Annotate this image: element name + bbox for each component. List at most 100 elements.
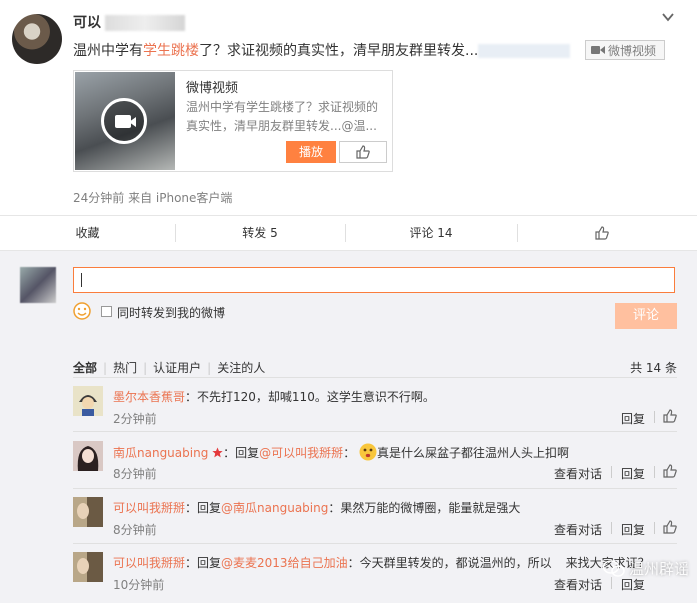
comment-item: 南瓜nanguabing ：回复@可以叫我掰掰： 真是什么屎盆子都往温州人头上扣…	[73, 441, 677, 486]
comment-body: ：回复	[185, 556, 222, 570]
comment-item: 墨尔本香蕉哥：不先打120，却喊110。这学生意识不行啊。 2分钟前 回复	[73, 386, 677, 431]
video-camera-icon	[591, 46, 605, 54]
divider	[654, 411, 655, 423]
comment-text: 南瓜nanguabing ：回复@可以叫我掰掰： 真是什么屎盆子都往温州人头上扣…	[113, 443, 569, 461]
reply-button[interactable]: 回复	[621, 521, 645, 538]
comment-text: 可以叫我掰掰：回复@南瓜nanguabing：果然万能的微博圈，能量就是强大	[113, 499, 520, 516]
post-action-bar: 收藏 转发 5 评论 14	[0, 215, 697, 251]
mention-link[interactable]: @可以叫我掰掰	[259, 446, 343, 460]
commenter-avatar[interactable]	[73, 386, 103, 416]
comment-input[interactable]	[73, 267, 675, 293]
comment-body: ：回复	[185, 501, 222, 515]
divider	[611, 466, 612, 478]
weibo-video-link[interactable]: 微博视频	[585, 40, 665, 60]
post-text-rest: 了？求证视频的真实性，清早朋友群里转发...	[199, 43, 479, 59]
view-conversation-link[interactable]: 查看对话	[554, 521, 602, 538]
commenter-avatar[interactable]	[73, 552, 103, 582]
play-button[interactable]: 播放	[286, 141, 336, 163]
comment-body: ：今天群里转发的，都说温州的，所以	[347, 556, 552, 570]
emoji-icon	[359, 443, 377, 461]
post-text-prefix: 温州中学有	[73, 43, 143, 59]
comment-time: 8分钟前	[113, 467, 157, 481]
reply-button[interactable]: 回复	[621, 465, 645, 482]
thumbs-up-icon	[595, 226, 609, 240]
author-name[interactable]: 可以	[73, 12, 185, 32]
thumbs-up-icon[interactable]	[663, 409, 677, 423]
comment-count: 共 14 条	[630, 361, 677, 375]
comment-body: ：不先打120，却喊110。这学生意识不行啊。	[185, 390, 435, 404]
view-conversation-link[interactable]: 查看对话	[554, 576, 602, 593]
view-conversation-link[interactable]: 查看对话	[554, 465, 602, 482]
filter-hot[interactable]: 热门	[113, 359, 137, 376]
favorite-button[interactable]: 收藏	[0, 216, 175, 250]
wechat-watermark: 温州辟谣	[602, 558, 689, 579]
divider	[73, 488, 677, 489]
my-avatar	[20, 267, 56, 303]
post-content: 温州中学有学生跳楼了？求证视频的真实性，清早朋友群里转发...	[73, 40, 571, 60]
reply-button[interactable]: 回复	[621, 410, 645, 427]
thumbs-up-icon[interactable]	[663, 520, 677, 534]
comment-text: 可以叫我掰掰：回复@麦麦2013给自己加油：今天群里转发的，都说温州的，所以 来找…	[113, 554, 650, 571]
filter-all[interactable]: 全部	[73, 359, 97, 376]
card-like-button[interactable]	[339, 141, 387, 163]
video-camera-icon	[115, 115, 131, 128]
divider	[73, 543, 677, 544]
commenter-avatar[interactable]	[73, 497, 103, 527]
divider	[73, 377, 677, 378]
divider	[73, 431, 677, 432]
like-button[interactable]	[517, 216, 687, 250]
video-thumbnail[interactable]	[75, 72, 175, 170]
divider	[611, 522, 612, 534]
divider: |	[143, 361, 148, 375]
weibo-post: 可以 温州中学有学生跳楼了？求证视频的真实性，清早朋友群里转发... 微博视频 …	[0, 0, 697, 215]
video-card-title: 微博视频	[186, 81, 239, 96]
wechat-logo-icon	[602, 559, 625, 577]
comment-body: ：	[343, 446, 356, 460]
video-link-label: 微博视频	[608, 43, 657, 58]
commenter-avatar[interactable]	[73, 441, 103, 471]
emoji-icon[interactable]	[73, 302, 91, 320]
mention-link[interactable]: @南瓜nanguabing	[221, 501, 328, 515]
repost-checkbox-label[interactable]: 同时转发到我的微博	[117, 304, 225, 321]
comment-button[interactable]: 评论 14	[345, 216, 517, 250]
comment-filters: 全部 | 热门 | 认证用户 | 关注的人	[73, 359, 265, 376]
text-caret	[81, 273, 82, 287]
repost-button[interactable]: 转发 5	[175, 216, 345, 250]
commenter-name[interactable]: 墨尔本香蕉哥	[113, 390, 185, 404]
thumbs-up-icon	[356, 145, 370, 159]
watermark-text: 温州辟谣	[628, 560, 689, 578]
filter-verified[interactable]: 认证用户	[153, 359, 201, 376]
divider: |	[207, 361, 212, 375]
blurred-name-redaction	[105, 15, 185, 31]
comment-time: 8分钟前	[113, 523, 157, 537]
commenter-name[interactable]: 南瓜nanguabing	[113, 446, 208, 460]
star-badge-icon	[212, 447, 223, 458]
chevron-down-icon[interactable]	[661, 10, 675, 24]
submit-comment-button[interactable]: 评论	[615, 303, 677, 329]
author-name-text[interactable]: 可以	[73, 15, 101, 31]
author-avatar[interactable]	[12, 14, 62, 64]
divider: |	[103, 361, 108, 375]
comment-time: 10分钟前	[113, 578, 165, 592]
repost-checkbox[interactable]	[101, 306, 112, 317]
play-icon[interactable]	[101, 98, 147, 144]
comments-section: 同时转发到我的微博 评论 全部 | 热门 | 认证用户 | 关注的人 共 14 条 墨尔本香…	[0, 251, 697, 603]
blurred-link-redaction	[478, 44, 571, 58]
thumbs-up-icon[interactable]	[663, 464, 677, 478]
comment-body: 真是什么屎盆子都往温州人头上扣啊	[377, 446, 570, 460]
divider	[654, 522, 655, 534]
comment-time: 2分钟前	[113, 412, 157, 426]
comment-text: 墨尔本香蕉哥：不先打120，却喊110。这学生意识不行啊。	[113, 388, 435, 405]
video-card[interactable]: 微博视频 温州中学有学生跳楼了？求证视频的真实性，清早朋友群里转发...@温..…	[73, 70, 393, 172]
comment-body: ：回复	[223, 446, 260, 460]
commenter-name[interactable]: 可以叫我掰掰	[113, 501, 185, 515]
divider	[654, 466, 655, 478]
comment-item: 可以叫我掰掰：回复@麦麦2013给自己加油：今天群里转发的，都说温州的，所以 来找…	[73, 552, 677, 597]
post-meta: 24分钟前 来自 iPhone客户端	[73, 191, 233, 205]
post-topic-link[interactable]: 学生跳楼	[143, 43, 199, 59]
mention-link[interactable]: @麦麦2013给自己加油	[221, 556, 348, 570]
filter-following[interactable]: 关注的人	[217, 359, 265, 376]
video-card-description: 温州中学有学生跳楼了？求证视频的真实性，清早朋友群里转发...@温...	[186, 100, 379, 133]
comment-body: ：果然万能的微博圈，能量就是强大	[328, 501, 521, 515]
commenter-name[interactable]: 可以叫我掰掰	[113, 556, 185, 570]
